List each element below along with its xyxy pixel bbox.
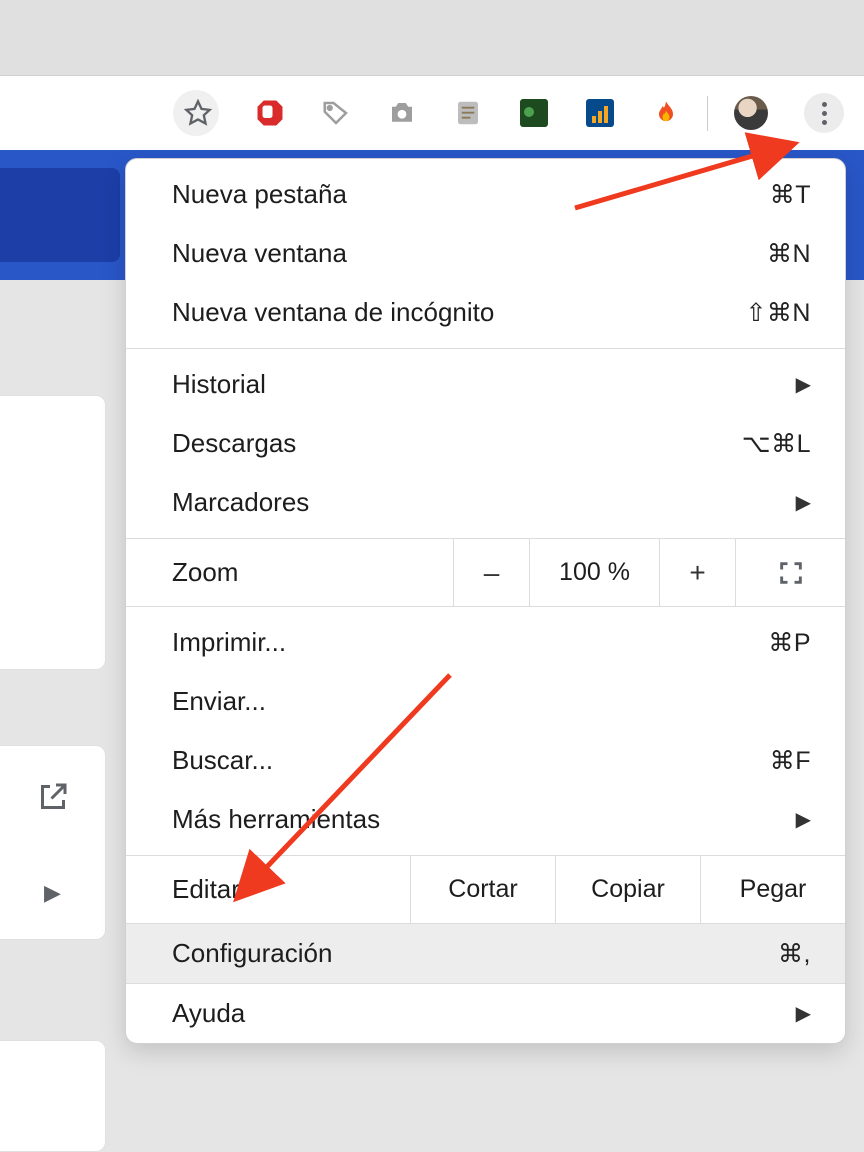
menu-shortcut: ⌘T (770, 180, 811, 210)
menu-item-print[interactable]: Imprimir... ⌘P (126, 613, 845, 672)
menu-shortcut: ⌘, (778, 939, 811, 969)
menu-label: Nueva pestaña (172, 179, 347, 210)
vertical-dots-icon (822, 102, 827, 125)
menu-item-send[interactable]: Enviar... (126, 672, 845, 731)
green-extension-icon[interactable] (519, 98, 549, 128)
menu-item-new-tab[interactable]: Nueva pestaña ⌘T (126, 165, 845, 224)
fullscreen-button[interactable] (735, 539, 845, 606)
menu-item-edit-row: Editar Cortar Copiar Pegar (126, 855, 845, 924)
menu-label: Más herramientas (172, 804, 380, 835)
menu-item-zoom: Zoom – 100 % + (126, 539, 845, 606)
menu-shortcut: ⌘N (767, 239, 811, 269)
menu-shortcut: ⌘P (768, 628, 811, 658)
notes-extension-icon[interactable] (453, 98, 483, 128)
menu-item-new-incognito[interactable]: Nueva ventana de incógnito ⇧⌘N (126, 283, 845, 342)
sidebar-card-fragment-3 (0, 1040, 106, 1152)
edit-copy-button[interactable]: Copiar (555, 856, 700, 923)
chevron-right-icon: ▶ (796, 1001, 811, 1026)
menu-label: Descargas (172, 428, 296, 459)
menu-item-settings[interactable]: Configuración ⌘, (126, 924, 845, 983)
adblock-extension-icon[interactable] (255, 98, 285, 128)
chevron-right-icon[interactable]: ▶ (44, 880, 61, 906)
chevron-right-icon: ▶ (796, 490, 811, 515)
window-chrome-top (0, 0, 864, 75)
menu-label: Nueva ventana (172, 238, 347, 269)
sidebar-card-fragment-2: ▶ (0, 745, 106, 940)
menu-label: Enviar... (172, 686, 266, 717)
zoom-out-button[interactable]: – (453, 539, 529, 606)
menu-item-new-window[interactable]: Nueva ventana ⌘N (126, 224, 845, 283)
fire-extension-icon[interactable] (651, 98, 681, 128)
menu-item-downloads[interactable]: Descargas ⌥⌘L (126, 414, 845, 473)
chevron-right-icon: ▶ (796, 372, 811, 397)
zoom-value: 100 % (529, 539, 659, 606)
menu-shortcut: ⌥⌘L (742, 429, 811, 459)
camera-extension-icon[interactable] (387, 98, 417, 128)
browser-toolbar (0, 75, 864, 150)
menu-item-history[interactable]: Historial ▶ (126, 355, 845, 414)
menu-label: Imprimir... (172, 627, 286, 658)
open-in-new-icon[interactable] (35, 779, 71, 815)
toolbar-separator (707, 96, 708, 131)
bookmark-star-button[interactable] (173, 90, 219, 136)
sidebar-card-fragment-1 (0, 395, 106, 670)
menu-label: Historial (172, 369, 266, 400)
chevron-right-icon: ▶ (796, 807, 811, 832)
edit-label: Editar (126, 856, 410, 923)
zoom-in-button[interactable]: + (659, 539, 735, 606)
menu-label: Ayuda (172, 998, 245, 1029)
menu-item-more-tools[interactable]: Más herramientas ▶ (126, 790, 845, 849)
menu-label: Configuración (172, 938, 332, 969)
tag-extension-icon[interactable] (321, 98, 351, 128)
edit-cut-button[interactable]: Cortar (410, 856, 555, 923)
menu-shortcut: ⌘F (770, 746, 811, 776)
menu-item-help[interactable]: Ayuda ▶ (126, 984, 845, 1043)
menu-label: Marcadores (172, 487, 309, 518)
analytics-extension-icon[interactable] (585, 98, 615, 128)
profile-avatar[interactable] (734, 96, 768, 130)
chrome-main-menu: Nueva pestaña ⌘T Nueva ventana ⌘N Nueva … (125, 158, 846, 1044)
menu-item-find[interactable]: Buscar... ⌘F (126, 731, 845, 790)
fullscreen-icon (777, 559, 805, 587)
star-icon (183, 98, 213, 128)
chrome-menu-button[interactable] (804, 93, 844, 133)
menu-label: Nueva ventana de incógnito (172, 297, 494, 328)
zoom-label: Zoom (126, 539, 453, 606)
edit-paste-button[interactable]: Pegar (700, 856, 845, 923)
menu-label: Buscar... (172, 745, 273, 776)
menu-shortcut: ⇧⌘N (745, 298, 811, 328)
menu-item-bookmarks[interactable]: Marcadores ▶ (126, 473, 845, 532)
